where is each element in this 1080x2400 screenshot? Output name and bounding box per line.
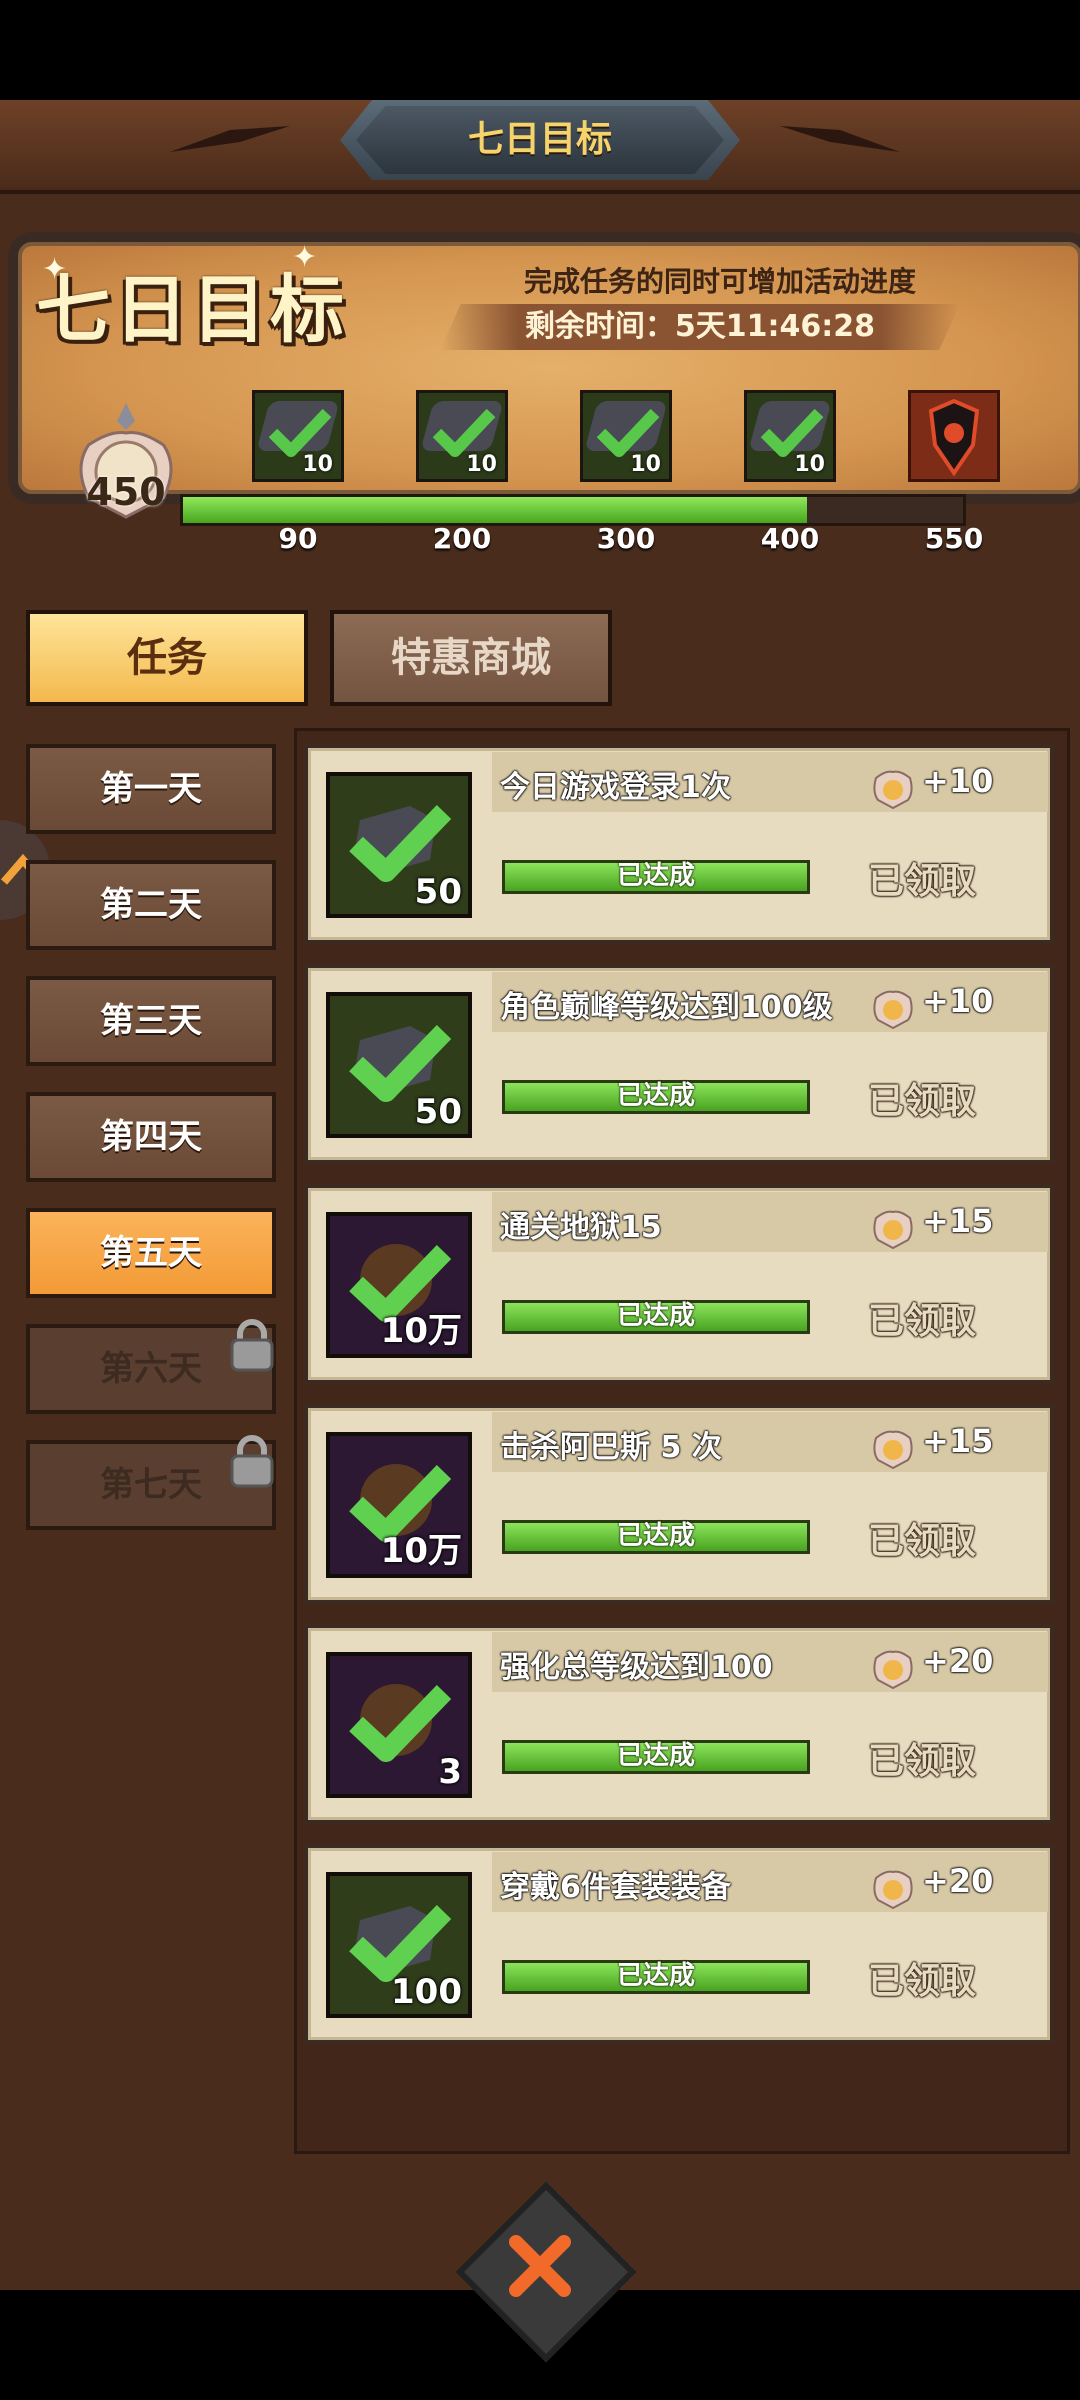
- task-progress-text: 已达成: [616, 1081, 695, 1111]
- tab-tasks[interactable]: 任务: [26, 610, 308, 706]
- task-progress-text: 已达成: [616, 1521, 695, 1551]
- day-label: 第六天: [100, 1349, 202, 1389]
- day-button-1[interactable]: 第一天: [26, 744, 276, 834]
- claimed-status: 已领取: [868, 1081, 977, 1122]
- task-reward-item[interactable]: 50: [326, 772, 472, 918]
- panel-subtitle: 完成任务的同时可增加活动进度: [523, 265, 916, 298]
- task-reward-item[interactable]: 3: [326, 1652, 472, 1798]
- task-name: 角色巅峰等级达到100级: [500, 990, 833, 1025]
- horn-ornament-left: [170, 126, 290, 152]
- task-card: 10万 通关地狱15 +15 已达成 已领取: [304, 1184, 1054, 1384]
- points-medal-icon: [873, 1210, 913, 1250]
- milestone-reward-final[interactable]: [908, 390, 1000, 482]
- day-button-6[interactable]: 第六天: [26, 1319, 276, 1414]
- day-label: 第三天: [100, 1001, 202, 1041]
- day-label: 第一天: [100, 769, 202, 809]
- day-button-7[interactable]: 第七天: [26, 1435, 276, 1530]
- lock-icon: [230, 1319, 274, 1372]
- claimed-status: 已领取: [868, 1741, 977, 1782]
- task-reward-item[interactable]: 10万: [326, 1212, 472, 1358]
- task-points: +15: [922, 1202, 994, 1240]
- points-medal-icon: [873, 990, 913, 1030]
- item-count: 50: [414, 872, 462, 912]
- points-medal-icon: [873, 770, 913, 810]
- task-card: 10万 击杀阿巴斯 5 次 +15 已达成 已领取: [304, 1404, 1054, 1604]
- task-name: 今日游戏登录1次: [500, 770, 731, 805]
- armor-reward-icon: [928, 398, 980, 477]
- milestone-label: 300: [596, 522, 656, 555]
- task-name: 通关地狱15: [500, 1210, 662, 1245]
- milestone-label: 550: [924, 522, 984, 555]
- task-card: 50 角色巅峰等级达到100级 +10 已达成 已领取: [304, 964, 1054, 1164]
- task-card: 50 今日游戏登录1次 +10 已达成 已领取: [304, 744, 1054, 944]
- milestone-count: 10: [794, 452, 825, 477]
- horn-ornament-right: [780, 126, 900, 152]
- remaining-time: 剩余时间：5天11:46:28: [524, 309, 876, 344]
- task-progress-text: 已达成: [616, 1741, 695, 1771]
- milestone-reward-claimed[interactable]: 10: [252, 390, 344, 482]
- tab-special-shop[interactable]: 特惠商城: [330, 610, 612, 706]
- day-button-5[interactable]: 第五天: [26, 1208, 276, 1298]
- item-count: 100: [391, 1972, 462, 2012]
- page-title: 七日目标: [467, 119, 612, 160]
- claimed-status: 已领取: [868, 1301, 977, 1342]
- milestone-label: 200: [432, 522, 492, 555]
- item-count: 10万: [380, 1311, 462, 1351]
- progress-fill: [183, 497, 807, 523]
- task-points: +15: [922, 1422, 994, 1460]
- task-name: 击杀阿巴斯 5 次: [500, 1430, 722, 1465]
- close-icon: [509, 2235, 571, 2297]
- points-medal-icon: [873, 1870, 913, 1910]
- sparkle-icon: ✦: [292, 240, 318, 275]
- points-medal-icon: [873, 1650, 913, 1690]
- task-reward-item[interactable]: 10万: [326, 1432, 472, 1578]
- claimed-status: 已领取: [868, 1961, 977, 2002]
- claimed-status: 已领取: [868, 861, 977, 902]
- day-button-2[interactable]: 第二天: [26, 860, 276, 950]
- task-points: +10: [922, 982, 994, 1020]
- milestone-count: 10: [302, 452, 333, 477]
- task-progress-text: 已达成: [616, 1961, 695, 1991]
- day-label: 第四天: [100, 1117, 202, 1157]
- day-button-3[interactable]: 第三天: [26, 976, 276, 1066]
- points-medal-icon: [873, 1430, 913, 1470]
- milestone-count: 10: [466, 452, 497, 477]
- item-count: 10万: [380, 1531, 462, 1571]
- item-count: 50: [414, 1092, 462, 1132]
- milestone-count: 10: [630, 452, 661, 477]
- task-card: 3 强化总等级达到100 +20 已达成 已领取: [304, 1624, 1054, 1824]
- day-button-4[interactable]: 第四天: [26, 1092, 276, 1182]
- milestone-reward-claimed[interactable]: 10: [744, 390, 836, 482]
- day-label: 第五天: [100, 1233, 202, 1273]
- day-label: 第七天: [100, 1465, 202, 1505]
- milestone-label: 400: [760, 522, 820, 555]
- task-progress-text: 已达成: [616, 861, 695, 891]
- task-points: +20: [922, 1862, 994, 1900]
- claimed-status: 已领取: [868, 1521, 977, 1562]
- milestone-reward-claimed[interactable]: 10: [580, 390, 672, 482]
- milestone-label: 90: [278, 522, 318, 555]
- points-value: 450: [86, 470, 166, 514]
- task-reward-item[interactable]: 50: [326, 992, 472, 1138]
- lock-icon: [230, 1435, 274, 1488]
- item-count: 3: [438, 1752, 462, 1792]
- task-points: +20: [922, 1642, 994, 1680]
- task-card: 100 穿戴6件套装装备 +20 已达成 已领取: [304, 1844, 1054, 2044]
- task-progress-text: 已达成: [616, 1301, 695, 1331]
- task-name: 强化总等级达到100: [500, 1650, 773, 1685]
- milestone-reward-claimed[interactable]: 10: [416, 390, 508, 482]
- day-label: 第二天: [100, 885, 202, 925]
- task-points: +10: [922, 762, 994, 800]
- task-name: 穿戴6件套装装备: [500, 1870, 731, 1905]
- task-reward-item[interactable]: 100: [326, 1872, 472, 2018]
- sparkle-icon: ✦: [42, 252, 68, 287]
